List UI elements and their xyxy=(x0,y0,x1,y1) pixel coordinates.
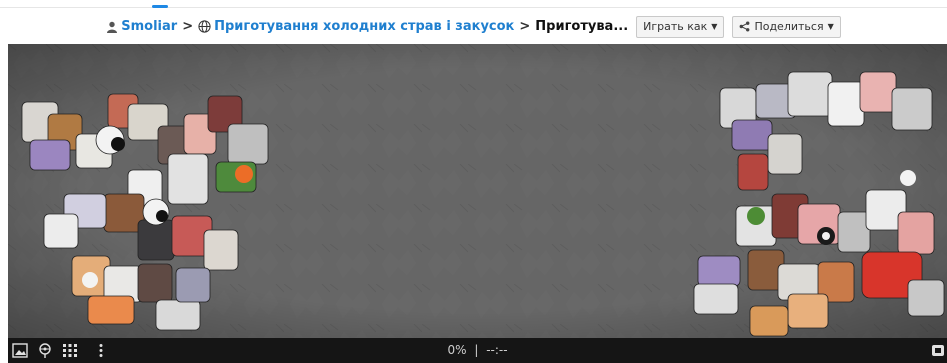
top-divider xyxy=(0,7,947,8)
puzzle-piece xyxy=(897,211,935,255)
puzzle-piece xyxy=(737,153,769,191)
play-as-label: Играть как xyxy=(643,20,708,33)
puzzle-board[interactable] xyxy=(8,44,947,338)
fullscreen-icon[interactable] xyxy=(931,343,945,358)
share-label: Поделиться xyxy=(754,20,824,33)
breadcrumb-separator: > xyxy=(182,19,194,34)
top-nav-strip xyxy=(0,0,947,9)
status-divider: | xyxy=(474,343,479,357)
breadcrumb-user-link[interactable]: Smoliar xyxy=(121,19,177,34)
user-icon xyxy=(107,21,118,33)
breadcrumb: Smoliar > Приготування холодних страв і … xyxy=(0,9,947,44)
globe-icon xyxy=(198,20,211,33)
timer: --:-- xyxy=(486,343,508,357)
chevron-down-icon: ▼ xyxy=(827,22,834,31)
puzzle-piece xyxy=(827,81,865,127)
progress-percent: 0% xyxy=(447,343,467,357)
progress-status: 0% | --:-- xyxy=(8,343,947,357)
breadcrumb-category-link[interactable]: Приготування холодних страв і закусок xyxy=(214,19,514,34)
breadcrumb-current-title: Приготува... xyxy=(535,19,629,34)
puzzle-piece xyxy=(891,87,933,131)
right-piece-pile[interactable] xyxy=(8,44,947,338)
puzzle-piece xyxy=(767,133,803,175)
puzzle-piece xyxy=(693,283,739,315)
puzzle-piece xyxy=(697,255,741,287)
puzzle-piece xyxy=(731,119,773,151)
puzzle-piece xyxy=(787,71,833,117)
chevron-down-icon: ▼ xyxy=(711,22,718,31)
puzzle-piece xyxy=(907,279,945,317)
bottom-toolbar: 0% | --:-- xyxy=(8,338,947,363)
share-icon xyxy=(740,21,750,32)
share-button[interactable]: Поделиться ▼ xyxy=(732,15,841,38)
puzzle-piece xyxy=(837,211,871,253)
play-as-button[interactable]: Играть как ▼ xyxy=(636,15,725,38)
breadcrumb-separator: > xyxy=(519,19,531,34)
puzzle-piece xyxy=(859,71,897,113)
puzzle-piece xyxy=(787,293,829,329)
active-tab-indicator xyxy=(152,5,168,8)
puzzle-piece xyxy=(749,305,789,337)
